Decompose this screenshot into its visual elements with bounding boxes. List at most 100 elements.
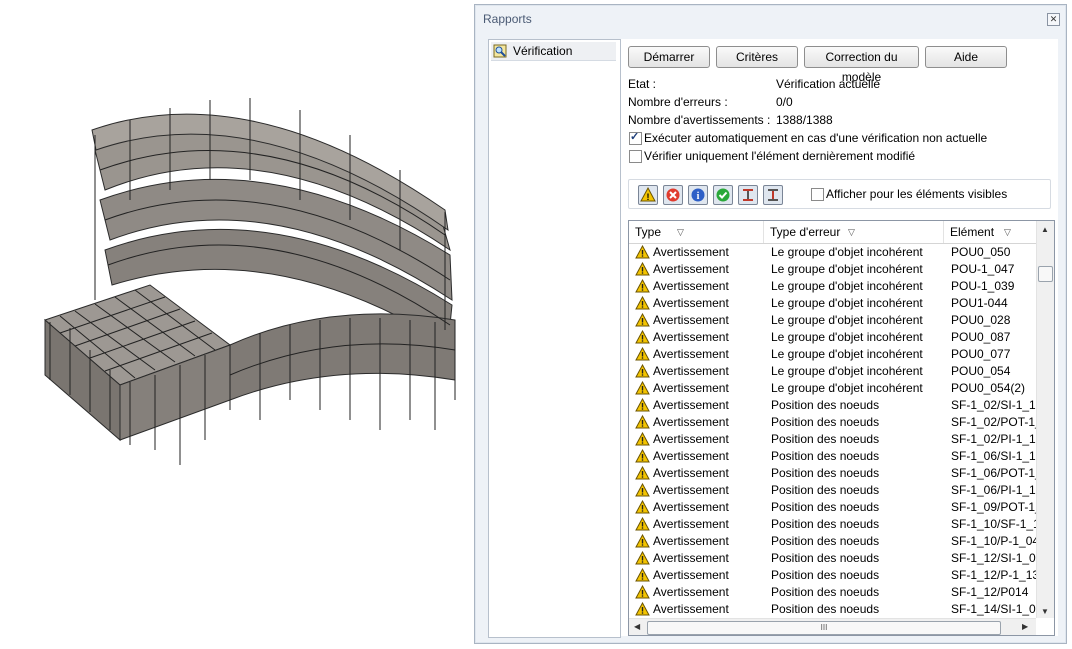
error-type-cell: Le groupe d'objet incohérent — [771, 279, 923, 293]
table-row[interactable]: Avertissement Le groupe d'objet incohéren… — [629, 312, 1036, 329]
element-cell: SF-1_10/SF-1_12 — [951, 517, 1036, 531]
sort-icon: ▽ — [1004, 227, 1011, 237]
warning-icon — [635, 347, 650, 361]
type-cell: Avertissement — [653, 517, 729, 531]
model-fix-button[interactable]: Correction du modèle — [804, 46, 919, 84]
error-type-cell: Position des noeuds — [771, 602, 880, 616]
element-cell: SF-1_09/POT-1_2 — [951, 500, 1036, 514]
type-cell: Avertissement — [653, 245, 729, 259]
warning-icon — [635, 483, 650, 497]
error-type-cell: Position des noeuds — [771, 483, 880, 497]
table-row[interactable]: Avertissement Position des noeuds SF-1_02/… — [629, 397, 1036, 414]
warning-icon — [635, 296, 650, 310]
state-value: Vérification actuelle — [776, 77, 881, 91]
warning-icon — [635, 551, 650, 565]
tree-item-label: Vérification — [513, 44, 573, 58]
element-cell: SF-1_12/P-1_13 — [951, 568, 1036, 582]
help-button[interactable]: Aide — [925, 46, 1007, 68]
column-header-error-type[interactable]: Type d'erreur ▽ — [764, 221, 944, 243]
column-header-label: Elément — [950, 225, 995, 239]
table-row[interactable]: Avertissement Position des noeuds SF-1_02/… — [629, 431, 1036, 448]
element-cell: POU0_028 — [951, 313, 1011, 327]
warning-icon — [635, 568, 650, 582]
table-row[interactable]: Avertissement Position des noeuds SF-1_12/… — [629, 567, 1036, 584]
error-type-cell: Position des noeuds — [771, 466, 880, 480]
warnings-label: Nombre d'avertissements : — [628, 113, 771, 127]
horizontal-scrollbar[interactable]: ◀ III ▶ — [629, 618, 1036, 635]
table-row[interactable]: Avertissement Le groupe d'objet incohéren… — [629, 278, 1036, 295]
type-cell: Avertissement — [653, 330, 729, 344]
dialog-title: Rapports — [483, 12, 532, 26]
error-type-cell: Le groupe d'objet incohérent — [771, 347, 923, 361]
type-cell: Avertissement — [653, 364, 729, 378]
element-cell: SF-1_10/P-1_04 — [951, 534, 1036, 548]
warning-icon — [635, 330, 650, 344]
scroll-down-icon[interactable]: ▼ — [1041, 607, 1049, 616]
table-row[interactable]: Avertissement Position des noeuds SF-1_14/… — [629, 601, 1036, 618]
column-header-label: Type — [635, 225, 662, 239]
column-filter-button[interactable] — [763, 185, 783, 205]
table-row[interactable]: Avertissement Le groupe d'objet incohéren… — [629, 329, 1036, 346]
table-row[interactable]: Avertissement Position des noeuds SF-1_02/… — [629, 414, 1036, 431]
scroll-right-icon[interactable]: ▶ — [1022, 622, 1028, 631]
table-row[interactable]: Avertissement Le groupe d'objet incohéren… — [629, 244, 1036, 261]
column-header-type[interactable]: Type ▽ — [629, 221, 764, 243]
table-row[interactable]: Avertissement Position des noeuds SF-1_10/… — [629, 516, 1036, 533]
ok-filter-icon — [716, 188, 730, 202]
error-type-cell: Position des noeuds — [771, 568, 880, 582]
ok-filter-button[interactable] — [713, 185, 733, 205]
table-row[interactable]: Avertissement Le groupe d'objet incohéren… — [629, 261, 1036, 278]
vertical-scroll-thumb[interactable] — [1038, 266, 1053, 282]
table-row[interactable]: Avertissement Le groupe d'objet incohéren… — [629, 295, 1036, 312]
info-filter-button[interactable]: i — [688, 185, 708, 205]
error-type-cell: Position des noeuds — [771, 432, 880, 446]
column-header-element[interactable]: Elément ▽ — [944, 221, 1036, 243]
scroll-left-icon[interactable]: ◀ — [634, 622, 640, 631]
vertical-scrollbar[interactable]: ▲ ▼ — [1036, 221, 1054, 618]
auto-run-checkbox[interactable] — [629, 130, 642, 145]
table-row[interactable]: Avertissement Position des noeuds SF-1_10/… — [629, 533, 1036, 550]
structure-3d-view[interactable] — [0, 0, 472, 649]
error-type-cell: Position des noeuds — [771, 415, 880, 429]
error-type-cell: Position des noeuds — [771, 500, 880, 514]
table-row[interactable]: Avertissement Position des noeuds SF-1_12/… — [629, 550, 1036, 567]
table-row[interactable]: Avertissement Position des noeuds SF-1_06/… — [629, 448, 1036, 465]
table-row[interactable]: Avertissement Position des noeuds SF-1_06/… — [629, 482, 1036, 499]
type-cell: Avertissement — [653, 483, 729, 497]
element-cell: SF-1_12/SI-1_036 — [951, 551, 1036, 565]
last-modified-checkbox[interactable] — [629, 150, 642, 163]
error-type-cell: Position des noeuds — [771, 585, 880, 599]
reports-dialog: Rapports ✕ Vérification Démarrer Critère… — [474, 4, 1067, 644]
scroll-up-icon[interactable]: ▲ — [1041, 225, 1049, 234]
structure-model-image — [44, 98, 456, 465]
error-type-cell: Position des noeuds — [771, 551, 880, 565]
table-row[interactable]: Avertissement Position des noeuds SF-1_09/… — [629, 499, 1036, 516]
beam-filter-button[interactable] — [738, 185, 758, 205]
element-cell: SF-1_06/POT-1_0 — [951, 466, 1036, 480]
errors-label: Nombre d'erreurs : — [628, 95, 728, 109]
start-button[interactable]: Démarrer — [628, 46, 710, 68]
table-row[interactable]: Avertissement Position des noeuds SF-1_12/… — [629, 584, 1036, 601]
element-cell: POU1-044 — [951, 296, 1008, 310]
table-row[interactable]: Avertissement Le groupe d'objet incohéren… — [629, 363, 1036, 380]
state-label: Etat : — [628, 77, 657, 91]
verification-panel: Démarrer Critères Correction du modèle A… — [621, 39, 1058, 636]
table-row[interactable]: Avertissement Le groupe d'objet incohéren… — [629, 380, 1036, 397]
close-icon: ✕ — [1049, 14, 1058, 24]
element-cell: SF-1_02/PI-1_1 — [951, 432, 1036, 446]
table-row[interactable]: Avertissement Position des noeuds SF-1_06/… — [629, 465, 1036, 482]
element-cell: POU0_050 — [951, 245, 1011, 259]
filter-toolbar: ! i Afficher pour les éléments visibles — [628, 179, 1051, 209]
warning-icon — [635, 449, 650, 463]
close-button[interactable]: ✕ — [1047, 13, 1060, 26]
table-row[interactable]: Avertissement Le groupe d'objet incohéren… — [629, 346, 1036, 363]
table-header: Type ▽ Type d'erreur ▽ Elément ▽ — [629, 221, 1036, 244]
warning-filter-button[interactable]: ! — [638, 185, 658, 205]
tree-item-verification[interactable]: Vérification — [491, 42, 616, 61]
warning-icon — [635, 398, 650, 412]
visible-only-checkbox[interactable] — [811, 188, 824, 201]
criteria-button[interactable]: Critères — [716, 46, 798, 68]
error-filter-button[interactable] — [663, 185, 683, 205]
horizontal-scroll-thumb[interactable]: III — [647, 621, 1001, 635]
type-cell: Avertissement — [653, 262, 729, 276]
